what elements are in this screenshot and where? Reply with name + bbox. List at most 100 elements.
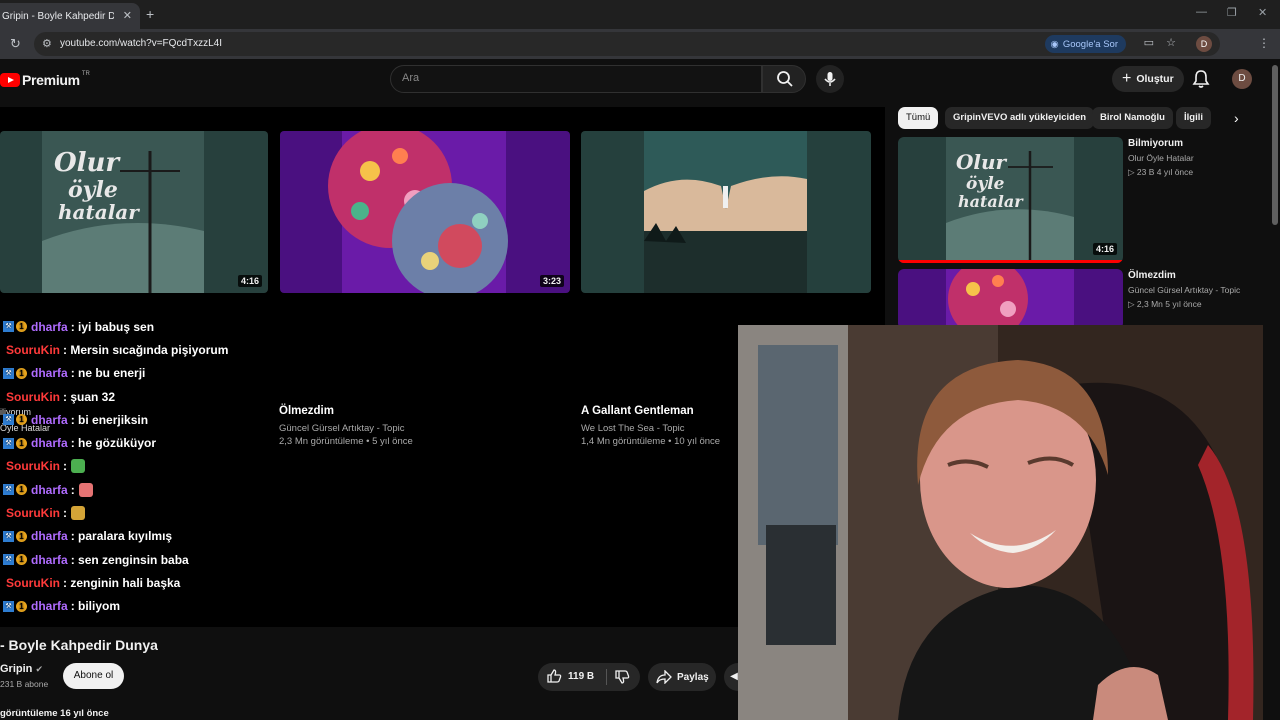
subscribe-button[interactable]: Abone ol <box>63 663 124 689</box>
chat-username[interactable]: dharfa <box>31 320 68 334</box>
chip-all[interactable]: Tümü <box>898 107 939 129</box>
chat-username[interactable]: SouruKin <box>6 506 60 520</box>
stream-chat-overlay: ⚒ 1 dharfa: iyi babuş sen SouruKin: Mersin … <box>0 315 300 618</box>
duration-badge: 4:16 <box>237 275 262 287</box>
rec-channel[interactable]: Olur Öyle Hatalar <box>1128 153 1194 163</box>
like-button[interactable]: 119 B <box>546 668 594 684</box>
divider <box>606 669 607 685</box>
minimize-icon[interactable]: — <box>1196 6 1207 18</box>
chat-username[interactable]: dharfa <box>31 366 68 380</box>
chat-username[interactable]: SouruKin <box>6 459 60 473</box>
voice-search-button[interactable] <box>816 65 844 93</box>
album-art-olmezdim <box>328 131 508 293</box>
endscreen-card-3[interactable] <box>581 131 871 293</box>
endscreen-card-1[interactable]: Olur öyle hatalar 4:16 <box>0 131 268 293</box>
chat-text: : biliyom <box>70 599 121 614</box>
endscreen-channel: We Lost The Sea - Topic <box>581 423 685 434</box>
chevron-right-icon[interactable]: › <box>1234 110 1239 126</box>
album-art-olur-oyle-hatalar: Olur öyle hatalar <box>898 137 1123 263</box>
search-input[interactable] <box>402 72 742 84</box>
chip-related[interactable]: İlgili <box>1176 107 1211 129</box>
chat-text: : paralara kıyılmış <box>70 529 173 544</box>
chat-username[interactable]: dharfa <box>31 436 68 450</box>
like-dislike-group: 119 B <box>538 663 640 691</box>
channel-name-text: Gripin <box>0 663 33 675</box>
search-icon <box>777 71 793 87</box>
rec-meta: ▷ 2,3 Mn 5 yıl önce <box>1128 299 1202 309</box>
thumbs-up-icon <box>547 669 562 683</box>
search-button[interactable] <box>762 65 806 93</box>
browser-toolbar: ↻ ⚙ youtube.com/watch?v=FQcdTxzzL4I ◉ Go… <box>0 29 1280 59</box>
account-avatar[interactable]: D <box>1232 69 1252 89</box>
chat-text: : he gözüküyor <box>70 436 157 451</box>
emote-icon <box>71 459 85 474</box>
emote-icon <box>71 506 85 521</box>
duration-badge: 3:23 <box>539 275 564 287</box>
rec-title[interactable]: Bilmiyorum <box>1128 138 1183 149</box>
svg-text:hatalar: hatalar <box>958 192 1024 211</box>
chat-username[interactable]: dharfa <box>31 553 68 567</box>
chat-text: : Mersin sıcağında pişiyorum <box>63 342 229 357</box>
bits-badge-icon: 1 <box>16 367 27 379</box>
subscriber-count: 231 B abone <box>0 679 49 689</box>
page-scrollbar[interactable] <box>1270 59 1280 720</box>
chat-message: ⚒ 1 dharfa: biliyom <box>0 595 300 618</box>
album-art-olur-oyle-hatalar: Olur öyle hatalar <box>42 131 204 293</box>
verified-icon: ✔ <box>35 664 43 674</box>
chat-username[interactable]: SouruKin <box>6 343 60 357</box>
view-count-date: görüntüleme 16 yıl önce <box>0 708 109 719</box>
thumbs-down-icon[interactable] <box>614 669 630 685</box>
notifications-bell-icon[interactable] <box>1192 69 1210 89</box>
chat-username[interactable]: SouruKin <box>6 576 60 590</box>
new-tab-button[interactable]: + <box>146 6 154 22</box>
chat-username[interactable]: dharfa <box>31 529 68 543</box>
google-sor-button[interactable]: ◉ Google'a Sor <box>1044 35 1126 53</box>
chat-username[interactable]: SouruKin <box>6 390 60 404</box>
browser-tab[interactable]: Gripin - Boyle Kahpedir Dunya ✕ <box>0 3 140 29</box>
site-info-icon[interactable]: ⚙ <box>42 37 52 50</box>
rec-channel[interactable]: Güncel Gürsel Artıktay - Topic <box>1128 285 1240 295</box>
chip-birol-namoglu[interactable]: Birol Namoğlu <box>1092 107 1173 129</box>
tab-title: Gripin - Boyle Kahpedir Dunya <box>2 10 114 22</box>
tab-close-icon[interactable]: ✕ <box>123 9 132 22</box>
url-text[interactable]: youtube.com/watch?v=FQcdTxzzL4I <box>60 38 222 49</box>
chat-message: ⚒ 1 dharfa: iyi babuş sen <box>0 315 300 338</box>
chip-uploader[interactable]: GripinVEVO adlı yükleyiciden <box>945 107 1095 129</box>
chat-username[interactable]: dharfa <box>31 413 68 427</box>
omnibox[interactable]: ⚙ youtube.com/watch?v=FQcdTxzzL4I ◉ Goog… <box>34 32 1220 56</box>
svg-text:öyle: öyle <box>966 174 1005 194</box>
video-title: - Boyle Kahpedir Dunya <box>0 637 158 653</box>
scrollbar-thumb[interactable] <box>1272 65 1278 225</box>
rec-title[interactable]: Ölmezdim <box>1128 270 1176 281</box>
bits-badge-icon: 1 <box>16 484 27 496</box>
channel-name[interactable]: Gripin ✔ <box>0 663 43 675</box>
chat-username[interactable]: dharfa <box>31 599 68 613</box>
endscreen-meta: 1,4 Mn görüntüleme • 10 yıl önce <box>581 436 721 447</box>
browser-profile-avatar[interactable]: D <box>1196 36 1212 52</box>
chat-message: ⚒ 1 dharfa: paralara kıyılmış <box>0 525 300 548</box>
youtube-logo[interactable]: Premium TR <box>0 71 90 88</box>
endscreen-card-2[interactable]: 3:23 <box>280 131 570 293</box>
chat-message: ⚒ 1 dharfa: bi enerjiksin <box>0 408 300 431</box>
endscreen-title[interactable]: A Gallant Gentleman <box>581 405 694 417</box>
chat-message: SouruKin: <box>0 501 300 524</box>
chat-text: : zenginin hali başka <box>63 575 181 590</box>
rec-thumbnail-2[interactable] <box>898 269 1123 329</box>
cast-icon[interactable]: ▭ <box>1144 36 1154 49</box>
reload-icon[interactable]: ↻ <box>10 36 21 52</box>
chat-text: : bi enerjiksin <box>70 412 149 427</box>
maximize-icon[interactable]: ❐ <box>1227 6 1237 19</box>
rec-thumbnail-1[interactable]: Olur öyle hatalar 4:16 <box>898 137 1123 263</box>
plus-icon: + <box>1122 70 1132 87</box>
share-button[interactable]: Paylaş <box>648 663 716 691</box>
chat-username[interactable]: dharfa <box>31 483 68 497</box>
microphone-icon <box>824 72 836 86</box>
bookmark-star-icon[interactable]: ☆ <box>1166 36 1176 49</box>
create-button[interactable]: + Oluştur <box>1112 66 1184 92</box>
browser-menu-icon[interactable]: ⋮ <box>1258 36 1270 50</box>
window-close-icon[interactable]: ✕ <box>1258 6 1267 19</box>
duration-badge: 4:16 <box>1092 243 1117 255</box>
chat-message: SouruKin: şuan 32 <box>0 385 300 408</box>
bits-badge-icon: 1 <box>16 414 27 426</box>
chat-message: SouruKin: zenginin hali başka <box>0 571 300 594</box>
